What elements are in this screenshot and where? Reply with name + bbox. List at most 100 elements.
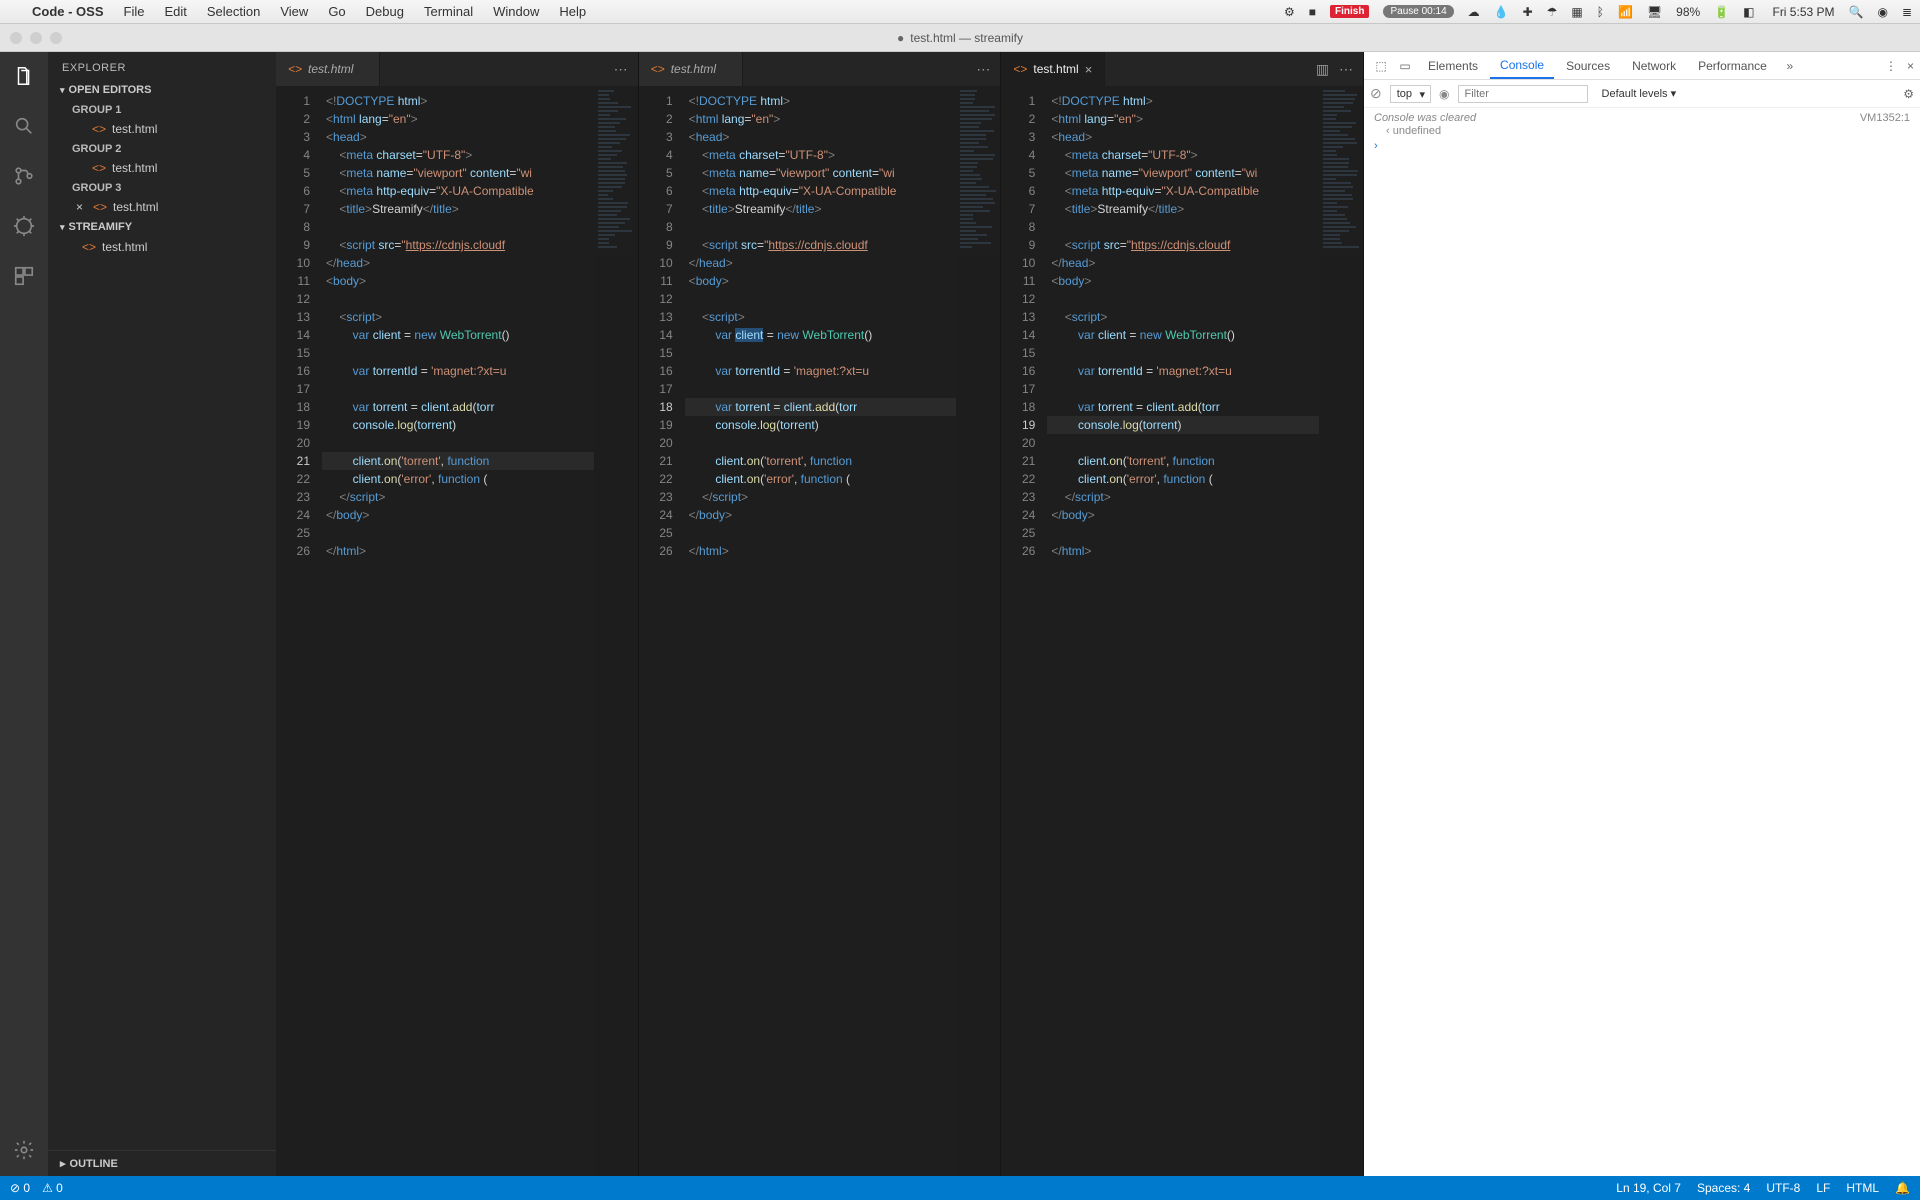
status-eol[interactable]: LF [1816, 1181, 1830, 1195]
devtools-tab-console[interactable]: Console [1490, 52, 1554, 79]
tab-label: test.html [308, 62, 353, 76]
status-icon-umbrella[interactable]: ☂ [1547, 5, 1558, 19]
open-editor-item[interactable]: ×<>test.html [48, 197, 276, 217]
open-editor-item[interactable]: <>test.html [48, 119, 276, 139]
code-content[interactable]: <!DOCTYPE html><html lang="en"><head> <m… [1047, 86, 1363, 1176]
editor-tab[interactable]: <>test.html× [1001, 52, 1105, 86]
siri-icon[interactable]: ◉ [1877, 5, 1887, 19]
status-icon-grid[interactable]: ▦ [1571, 5, 1582, 19]
window-minimize-button[interactable] [30, 32, 42, 44]
code-editor[interactable]: 1234567891011121314151617181920212223242… [639, 86, 1001, 1176]
status-icon-cloud[interactable]: ☁ [1468, 5, 1480, 19]
menu-help[interactable]: Help [549, 4, 596, 19]
status-indent[interactable]: Spaces: 4 [1697, 1181, 1750, 1195]
window-zoom-button[interactable] [50, 32, 62, 44]
devtools-more-tabs-icon[interactable]: » [1779, 59, 1801, 73]
notification-center-icon[interactable]: ≣ [1902, 5, 1912, 19]
devtools-close-icon[interactable]: × [1907, 59, 1914, 73]
activity-debug-icon[interactable] [10, 212, 38, 240]
status-icon-cog[interactable]: ⚙ [1284, 5, 1295, 19]
menu-selection[interactable]: Selection [197, 4, 270, 19]
clear-console-icon[interactable]: ⊘ [1370, 85, 1382, 102]
window-close-button[interactable] [10, 32, 22, 44]
minimap[interactable] [594, 86, 638, 1176]
inspect-element-icon[interactable]: ⬚ [1370, 59, 1392, 73]
status-encoding[interactable]: UTF-8 [1766, 1181, 1800, 1195]
devtools-menu-icon[interactable]: ⋮ [1885, 59, 1897, 73]
editor-tab[interactable]: <>test.html× [639, 52, 743, 86]
close-editor-icon[interactable]: × [76, 200, 83, 214]
minimap[interactable] [956, 86, 1000, 1176]
editor-tab[interactable]: <>test.html× [276, 52, 380, 86]
open-editor-item[interactable]: <>test.html [48, 158, 276, 178]
console-context-select[interactable]: top ▾ [1390, 85, 1431, 103]
code-content[interactable]: <!DOCTYPE html><html lang="en"><head> <m… [322, 86, 638, 1176]
line-gutter: 1234567891011121314151617181920212223242… [1001, 86, 1047, 1176]
editor-group-1-label: GROUP 1 [48, 100, 276, 119]
battery-percent[interactable]: 98% [1676, 5, 1700, 19]
menu-debug[interactable]: Debug [356, 4, 414, 19]
editor-more-icon[interactable]: ⋯ [976, 61, 990, 78]
status-icon-rec[interactable]: ■ [1309, 5, 1316, 19]
console-output[interactable]: Console was clearedVM1352:1 ‹ undefined … [1364, 108, 1920, 1176]
status-icon-plus[interactable]: ✚ [1523, 5, 1533, 19]
menu-window[interactable]: Window [483, 4, 549, 19]
activity-settings-icon[interactable] [10, 1136, 38, 1164]
app-menu[interactable]: Code - OSS [22, 4, 114, 19]
spotlight-icon[interactable]: 🔍 [1849, 5, 1864, 19]
tab-close-icon[interactable]: × [1085, 62, 1093, 77]
battery-icon[interactable]: 🔋 [1714, 5, 1729, 19]
menu-view[interactable]: View [270, 4, 318, 19]
devtools-tab-network[interactable]: Network [1622, 52, 1686, 79]
console-filter-input[interactable] [1458, 85, 1588, 103]
console-levels-select[interactable]: Default levels ▾ [1596, 85, 1683, 102]
outline-section[interactable]: ▸OUTLINE [48, 1150, 276, 1176]
menu-go[interactable]: Go [318, 4, 355, 19]
menu-file[interactable]: File [114, 4, 155, 19]
device-toolbar-icon[interactable]: ▭ [1394, 59, 1416, 73]
caret-down-icon: ▾ [60, 85, 65, 96]
console-settings-icon[interactable]: ⚙ [1903, 87, 1914, 101]
status-warnings[interactable]: ⚠ 0 [42, 1181, 63, 1195]
recorder-finish-button[interactable]: Finish [1330, 5, 1369, 18]
activity-explorer-icon[interactable] [10, 62, 38, 90]
file-tree-item[interactable]: <>test.html [48, 237, 276, 257]
bluetooth-icon[interactable]: ᛒ [1597, 5, 1604, 19]
activity-search-icon[interactable] [10, 112, 38, 140]
status-language[interactable]: HTML [1846, 1181, 1879, 1195]
clock[interactable]: Fri 5:53 PM [1768, 5, 1834, 19]
recorder-pause-button[interactable]: Pause 00:14 [1383, 5, 1453, 18]
menu-edit[interactable]: Edit [154, 4, 196, 19]
code-editor[interactable]: 1234567891011121314151617181920212223242… [276, 86, 638, 1176]
minimap[interactable] [1319, 86, 1363, 1176]
status-cursor-position[interactable]: Ln 19, Col 7 [1616, 1181, 1681, 1195]
project-section[interactable]: ▾STREAMIFY [48, 217, 276, 237]
window-title: test.html — streamify [910, 31, 1023, 45]
html-file-icon: <> [92, 161, 106, 175]
split-editor-icon[interactable]: ▥ [1316, 61, 1329, 78]
control-center-icon[interactable]: ◧ [1743, 5, 1754, 19]
activity-extensions-icon[interactable] [10, 262, 38, 290]
activity-scm-icon[interactable] [10, 162, 38, 190]
html-file-icon: <> [93, 200, 107, 214]
console-live-expr-icon[interactable]: ◉ [1439, 87, 1449, 101]
html-file-icon: <> [288, 62, 302, 76]
wifi-icon[interactable]: 📶 [1618, 5, 1633, 19]
code-editor[interactable]: 1234567891011121314151617181920212223242… [1001, 86, 1363, 1176]
code-content[interactable]: <!DOCTYPE html><html lang="en"><head> <m… [685, 86, 1001, 1176]
editor-more-icon[interactable]: ⋯ [614, 61, 628, 78]
open-editors-section[interactable]: ▾OPEN EDITORS [48, 80, 276, 100]
devtools-tab-elements[interactable]: Elements [1418, 52, 1488, 79]
status-notifications-icon[interactable]: 🔔 [1895, 1181, 1910, 1195]
console-source-link[interactable]: VM1352:1 [1860, 112, 1910, 124]
devtools-tab-performance[interactable]: Performance [1688, 52, 1777, 79]
status-icon-drop[interactable]: 💧 [1494, 5, 1509, 19]
devtools-tab-sources[interactable]: Sources [1556, 52, 1620, 79]
html-file-icon: <> [82, 240, 96, 254]
console-prompt[interactable]: › [1374, 138, 1910, 152]
explorer-sidebar: EXPLORER ▾OPEN EDITORS GROUP 1 <>test.ht… [48, 52, 276, 1176]
status-errors[interactable]: ⊘ 0 [10, 1181, 30, 1195]
menu-terminal[interactable]: Terminal [414, 4, 483, 19]
editor-more-icon[interactable]: ⋯ [1339, 61, 1353, 78]
display-icon[interactable]: 🖥 [1647, 5, 1662, 19]
